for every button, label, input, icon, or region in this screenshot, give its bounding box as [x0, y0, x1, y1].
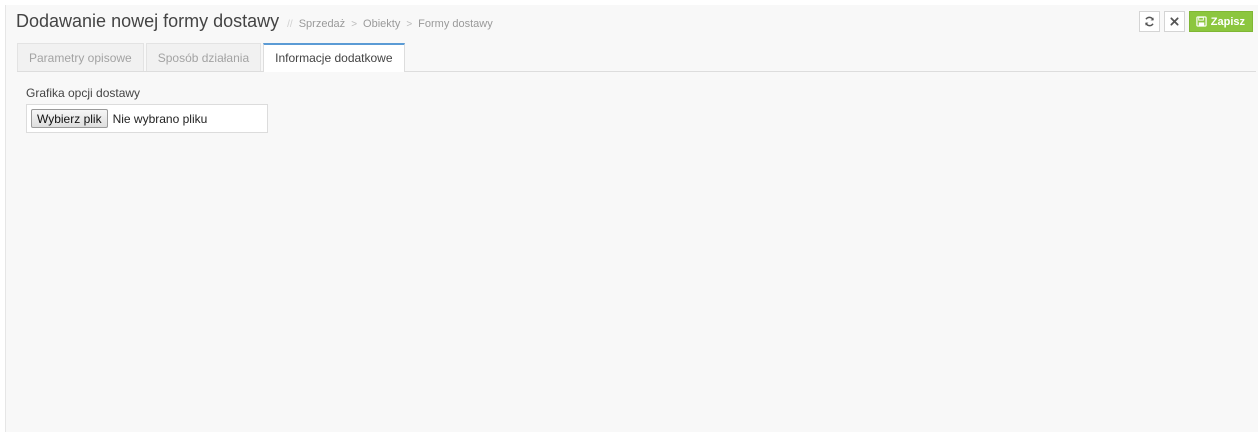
floppy-disk-icon	[1196, 16, 1207, 27]
file-input[interactable]: Wybierz plik Nie wybrano pliku	[26, 104, 268, 133]
tab-informacje-dodatkowe[interactable]: Informacje dodatkowe	[263, 43, 405, 72]
field-label-grafika: Grafika opcji dostawy	[26, 86, 141, 100]
app-window: Dodawanie nowej formy dostawy // Sprzeda…	[5, 5, 1258, 432]
breadcrumb-item-sprzedaz[interactable]: Sprzedaż	[299, 18, 345, 30]
tab-sposob-dzialania[interactable]: Sposób działania	[145, 43, 262, 71]
close-button[interactable]	[1163, 11, 1185, 32]
tab-parametry-opisowe[interactable]: Parametry opisowe	[17, 43, 144, 71]
save-button[interactable]: Zapisz	[1188, 11, 1253, 32]
breadcrumb: // Sprzedaż > Obiekty > Formy dostawy	[287, 18, 493, 30]
page-title: Dodawanie nowej formy dostawy	[16, 11, 280, 31]
toolbar: Zapisz	[1138, 11, 1253, 32]
breadcrumb-chevron: >	[406, 19, 413, 30]
tab-content-panel: Grafika opcji dostawy Wybierz plik Nie w…	[17, 72, 1256, 432]
refresh-icon	[1144, 16, 1155, 27]
close-icon	[1170, 17, 1179, 26]
choose-file-button[interactable]: Wybierz plik	[31, 109, 108, 128]
breadcrumb-item-formy-dostawy[interactable]: Formy dostawy	[418, 18, 493, 30]
refresh-button[interactable]	[1138, 11, 1160, 32]
tab-bar: Parametry opisowe Sposób działania Infor…	[17, 43, 1256, 72]
breadcrumb-separator: //	[287, 19, 293, 30]
file-status-text: Nie wybrano pliku	[112, 111, 208, 126]
breadcrumb-item-obiekty[interactable]: Obiekty	[363, 18, 400, 30]
save-button-label: Zapisz	[1210, 15, 1245, 28]
breadcrumb-chevron: >	[351, 19, 358, 30]
page-header: Dodawanie nowej formy dostawy // Sprzeda…	[16, 11, 493, 41]
